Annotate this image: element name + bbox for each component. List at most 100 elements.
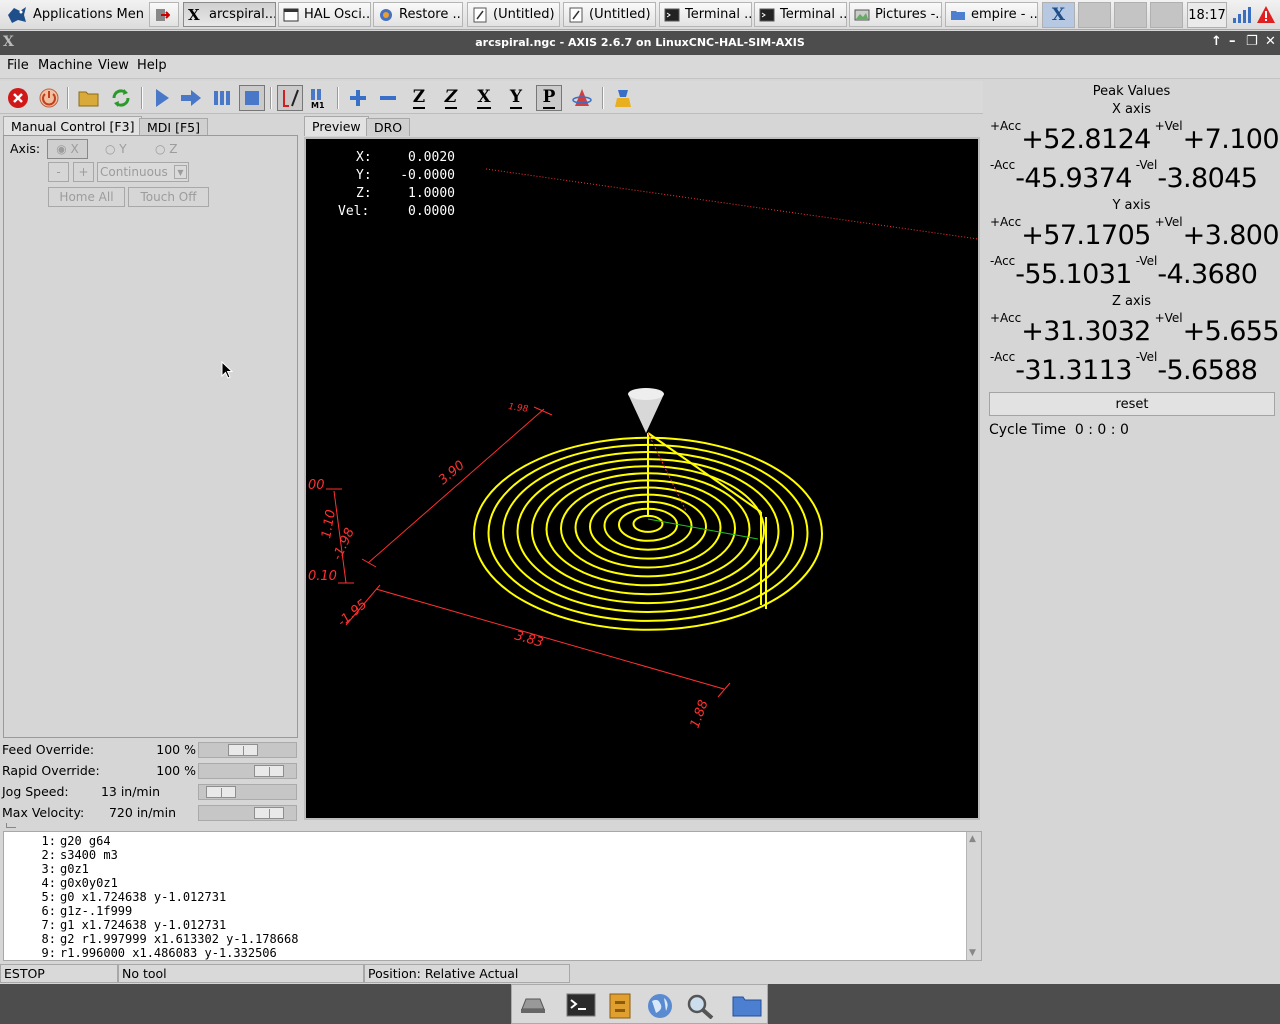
gcode-line[interactable]: g0 x1.724638 y-1.012731 bbox=[60, 890, 226, 904]
task-label: empire - ... bbox=[971, 7, 1038, 22]
gcode-scrollbar[interactable]: ▲ ▼ bbox=[966, 832, 981, 960]
axis-z-radio[interactable]: ○ Z bbox=[155, 142, 178, 156]
pane-resize-handle[interactable] bbox=[6, 823, 16, 828]
jog-speed-value: 13 in/min bbox=[100, 784, 160, 799]
search-icon[interactable] bbox=[686, 993, 714, 1020]
warning-icon[interactable] bbox=[1256, 5, 1276, 27]
gcode-line[interactable]: g1z-.1f999 bbox=[60, 904, 132, 918]
estop-icon[interactable] bbox=[5, 85, 31, 111]
menu-machine[interactable]: Machine bbox=[38, 58, 92, 73]
task-untitled-2[interactable]: (Untitled) bbox=[563, 2, 656, 27]
task-terminal-2[interactable]: Terminal ... bbox=[754, 2, 847, 27]
tab-dro[interactable]: DRO bbox=[366, 118, 411, 136]
jog-speed-slider[interactable] bbox=[198, 784, 297, 800]
rotate-view-icon[interactable] bbox=[569, 85, 595, 111]
block-delete-icon[interactable] bbox=[277, 85, 303, 111]
scroll-up-icon[interactable]: ▲ bbox=[969, 834, 976, 844]
task-hal-oscilloscope[interactable]: HAL Osci... bbox=[278, 2, 371, 27]
applications-menu-label: Applications Menu bbox=[33, 7, 144, 22]
open-file-icon[interactable] bbox=[76, 85, 102, 111]
pause-icon[interactable] bbox=[209, 85, 235, 111]
power-icon[interactable] bbox=[36, 85, 62, 111]
gcode-line-number: 8: bbox=[41, 932, 56, 946]
optional-stop-icon[interactable]: M1 bbox=[306, 85, 332, 111]
jog-plus-button[interactable]: + bbox=[73, 162, 94, 182]
zoom-out-icon[interactable] bbox=[375, 85, 401, 111]
network-monitor-icon[interactable] bbox=[1232, 6, 1252, 27]
task-empire[interactable]: empire - ... bbox=[945, 2, 1038, 27]
file-manager-icon[interactable] bbox=[608, 993, 636, 1019]
menu-file[interactable]: File bbox=[7, 58, 29, 73]
maximize-icon[interactable]: ❐ bbox=[1246, 34, 1258, 49]
axis-x-radio[interactable]: ◉ X bbox=[47, 139, 88, 159]
max-velocity-slider[interactable] bbox=[198, 805, 297, 821]
home-all-button[interactable]: Home All bbox=[48, 187, 125, 207]
task-untitled-1[interactable]: (Untitled) bbox=[467, 2, 560, 27]
step-icon[interactable] bbox=[178, 85, 204, 111]
jog-increment-select[interactable]: Continuous ▼ bbox=[97, 162, 189, 182]
rapid-override-slider[interactable] bbox=[198, 763, 297, 779]
touch-off-button[interactable]: Touch Off bbox=[128, 187, 209, 207]
toolbar-separator bbox=[337, 87, 339, 109]
slider-handle[interactable] bbox=[254, 765, 284, 777]
gcode-line[interactable]: g1 x1.724638 y-1.012731 bbox=[60, 918, 226, 932]
jog-minus-button[interactable]: - bbox=[48, 162, 69, 182]
logout-button[interactable] bbox=[149, 2, 179, 27]
gcode-line[interactable]: g0z1 bbox=[60, 862, 89, 876]
scroll-down-icon[interactable]: ▼ bbox=[969, 948, 976, 958]
exit-icon bbox=[154, 7, 171, 23]
gcode-line[interactable]: g0x0y0z1 bbox=[60, 876, 118, 890]
preview-canvas[interactable]: 1.98 3.90 00 1.10 -1.98 0.10 -1.95 3.83 … bbox=[304, 137, 980, 820]
view-z-icon[interactable]: Z bbox=[406, 85, 432, 111]
reload-icon[interactable] bbox=[108, 85, 134, 111]
tab-preview[interactable]: Preview bbox=[304, 116, 369, 136]
folder-icon[interactable] bbox=[732, 993, 762, 1017]
zoom-in-icon[interactable] bbox=[345, 85, 371, 111]
clear-plot-icon[interactable] bbox=[610, 85, 636, 111]
stop-icon[interactable] bbox=[239, 85, 265, 111]
gcode-line[interactable]: r1.996000 x1.486083 y-1.332506 bbox=[60, 946, 277, 960]
web-browser-icon[interactable] bbox=[646, 993, 674, 1018]
tab-mdi[interactable]: MDI [F5] bbox=[139, 118, 208, 136]
feed-override-slider[interactable] bbox=[198, 742, 297, 758]
clock[interactable]: 18:17 bbox=[1187, 2, 1227, 28]
menu-help[interactable]: Help bbox=[137, 58, 167, 73]
workspace-1[interactable]: X bbox=[1042, 2, 1075, 28]
gcode-line[interactable]: s3400 m3 bbox=[60, 848, 118, 862]
minimize-icon[interactable]: – bbox=[1229, 34, 1236, 49]
workspace-2[interactable] bbox=[1078, 2, 1111, 28]
reset-button[interactable]: reset bbox=[989, 392, 1275, 416]
slider-handle[interactable] bbox=[254, 807, 284, 819]
gcode-line[interactable]: g2 r1.997999 x1.613302 y-1.178668 bbox=[60, 932, 298, 946]
axis-y-radio[interactable]: ○ Y bbox=[105, 142, 127, 156]
show-desktop-icon[interactable] bbox=[518, 993, 546, 1017]
view-x-icon[interactable]: X bbox=[471, 85, 497, 111]
slider-handle[interactable] bbox=[206, 786, 236, 798]
terminal-icon[interactable] bbox=[566, 993, 596, 1017]
tab-manual-control[interactable]: Manual Control [F3] bbox=[3, 116, 143, 136]
task-label: Pictures -... bbox=[875, 7, 942, 22]
task-terminal-1[interactable]: Terminal ... bbox=[659, 2, 752, 27]
task-arcspiral[interactable]: X arcspiral.... bbox=[183, 2, 276, 27]
gcode-line-number: 3: bbox=[41, 862, 56, 876]
y-pos-acc-value: +57.1705 bbox=[1021, 220, 1151, 251]
gcode-line[interactable]: g20 g64 bbox=[60, 834, 111, 848]
view-perspective-icon[interactable]: P bbox=[536, 85, 562, 111]
view-z2-icon[interactable]: Z bbox=[438, 85, 464, 111]
run-icon[interactable] bbox=[149, 85, 175, 111]
gcode-listing[interactable]: 1: g20 g64 2: s3400 m3 3: g0z1 4: g0x0y0z1 5: g0 … bbox=[3, 831, 982, 961]
slider-handle[interactable] bbox=[228, 744, 258, 756]
close-icon[interactable]: ✕ bbox=[1265, 34, 1276, 49]
view-y-icon[interactable]: Y bbox=[503, 85, 529, 111]
menu-view[interactable]: View bbox=[98, 58, 129, 73]
workspace-3[interactable] bbox=[1114, 2, 1147, 28]
workspace-4[interactable] bbox=[1150, 2, 1183, 28]
shade-icon[interactable]: ↑ bbox=[1211, 34, 1222, 49]
dro-y-value: -0.0000 bbox=[400, 168, 455, 183]
y-negative-row: -Acc-55.1031 -Vel-4.3680 bbox=[990, 254, 1258, 290]
window-titlebar[interactable]: X arcspiral.ngc - AXIS 2.6.7 on LinuxCNC… bbox=[0, 31, 1280, 55]
task-restore[interactable]: Restore ... bbox=[373, 2, 463, 27]
applications-menu[interactable]: Applications Menu bbox=[2, 2, 144, 27]
toolbar-separator bbox=[67, 87, 69, 109]
task-pictures[interactable]: Pictures -... bbox=[849, 2, 942, 27]
